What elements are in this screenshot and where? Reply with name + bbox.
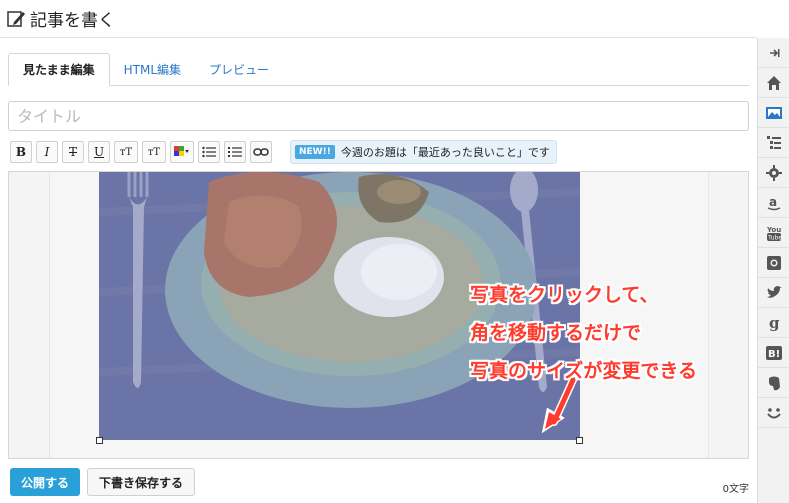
title-input[interactable] [8,101,749,131]
sidebar-item-settings[interactable] [758,158,789,188]
sidebar-item-instagram[interactable] [758,248,789,278]
twitter-icon [766,285,782,298]
tab-preview[interactable]: プレビュー [195,53,283,85]
tab-wysiwyg[interactable]: 見たまま編集 [8,53,110,86]
google-icon: g [769,314,780,332]
smile-icon [766,407,781,418]
publish-button[interactable]: 公開する [10,468,81,496]
pencil-icon [7,10,25,27]
color-palette-icon [174,146,189,156]
weekly-theme-text: 今週のお題は「最近あった良いこと」です [340,146,550,159]
sidebar-item-category[interactable] [758,128,789,158]
save-draft-button[interactable]: 下書き保存する [87,468,196,496]
link-button[interactable] [250,141,272,163]
font-size-up-button[interactable]: тT [114,141,138,163]
resize-handle-bottom-right[interactable] [576,437,583,444]
sidebar-item-google[interactable]: g [758,308,789,338]
youtube-icon: YouTube [766,226,782,242]
annotation-arrow-icon [541,378,577,434]
sidebar-item-collapse[interactable] [758,38,789,68]
strikethrough-button[interactable]: T [62,141,84,163]
numbered-list-icon [228,147,242,157]
link-icon [253,148,269,156]
svg-text:a: a [769,195,777,209]
format-toolbar: B I T U тT тT NEW!! 今週のお題は「最近あった良いこと」です [10,140,557,164]
character-count: 0文字 [722,484,749,495]
weekly-theme-banner[interactable]: NEW!! 今週のお題は「最近あった良いこと」です [290,140,557,164]
evernote-icon [768,376,780,390]
annotation-line-1: 写真をクリックして、 [470,284,659,306]
sidebar-item-amazon[interactable]: a [758,188,789,218]
sidebar-item-hatena[interactable]: B! [758,338,789,368]
numbered-list-button[interactable] [224,141,246,163]
editor-area[interactable] [8,171,749,459]
title-bar: 記事を書く [0,0,757,38]
editor-page: 記事を書く 見たまま編集 HTML編集 プレビュー B I T U тT тT [0,0,789,503]
svg-text:Tube: Tube [767,234,782,241]
gear-icon [765,164,782,181]
font-size-down-button[interactable]: тT [142,141,166,163]
underline-button[interactable]: U [88,141,110,163]
page-title: 記事を書く [30,11,115,31]
sidebar-item-photo[interactable] [758,98,789,128]
resize-handle-bottom-left[interactable] [96,437,103,444]
sidebar-item-twitter[interactable] [758,278,789,308]
bold-button[interactable]: B [10,141,32,163]
photo-icon [765,106,782,119]
sidebar-item-home[interactable] [758,68,789,98]
italic-button[interactable]: I [36,141,58,163]
tab-html[interactable]: HTML編集 [110,53,195,85]
editor-content[interactable] [49,172,709,458]
hatena-bookmark-icon: B! [765,345,782,360]
sidebar-item-youtube[interactable]: You Tube [758,218,789,248]
annotation-line-2: 角を移動するだけで [470,322,642,344]
collapse-icon [769,48,779,57]
editor-tabs: 見たまま編集 HTML編集 プレビュー [8,53,749,86]
category-icon [766,135,781,149]
new-badge: NEW!! [295,145,335,159]
svg-text:B!: B! [768,349,780,360]
bullet-list-button[interactable] [198,141,220,163]
sidebar: a You Tube g B! [757,38,789,503]
color-button[interactable] [170,141,194,163]
amazon-icon: a [767,195,780,210]
svg-text:You: You [766,226,781,234]
sidebar-item-evernote[interactable] [758,368,789,398]
home-icon [766,75,781,90]
sidebar-item-smile[interactable] [758,398,789,428]
instagram-icon [766,255,781,270]
annotation-line-3: 写真のサイズが変更できる [470,360,698,382]
svg-text:g: g [769,314,780,332]
bullet-list-icon [202,146,216,158]
